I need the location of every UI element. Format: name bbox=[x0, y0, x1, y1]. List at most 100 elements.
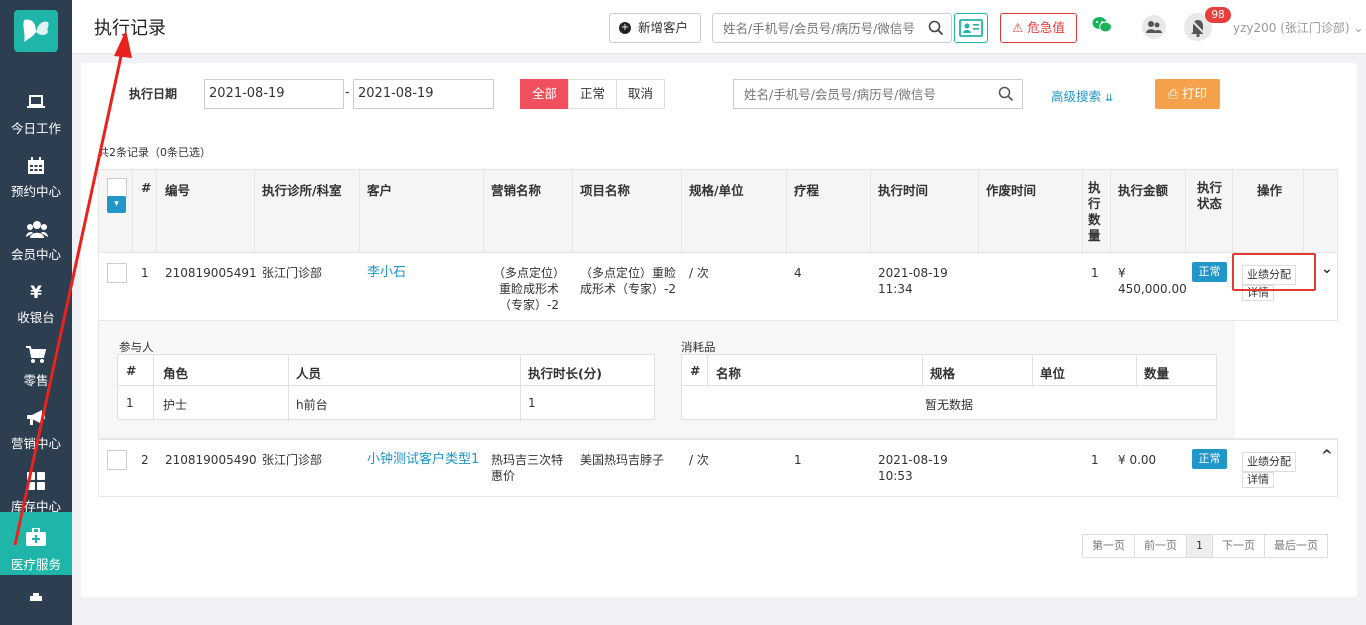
participant-duration: 1 bbox=[528, 396, 536, 410]
sidebar-item-retail[interactable]: 零售 bbox=[0, 336, 72, 398]
select-dropdown-button[interactable]: ▾ bbox=[107, 196, 126, 213]
row-exec-date: 2021-08-19 bbox=[878, 266, 948, 280]
notification-badge: 98 bbox=[1205, 7, 1231, 23]
detail-button[interactable]: 详情 bbox=[1242, 472, 1274, 488]
participants-col-index: # bbox=[126, 363, 137, 378]
status-filter: 全部 正常 取消 bbox=[520, 79, 666, 109]
participants-col-role: 角色 bbox=[163, 366, 189, 381]
date-to-input[interactable]: 2021-08-19 bbox=[353, 79, 494, 109]
row-checkbox[interactable] bbox=[107, 263, 127, 283]
row-marketing: （多点定位）重睑成形术（专家）-2 bbox=[492, 266, 565, 312]
consumables-empty: 暂无数据 bbox=[924, 398, 973, 412]
table-row: 2 210819005490 张江门诊部 小钟测试客户类型1 热玛吉三次特惠价 … bbox=[98, 439, 1338, 497]
search-icon[interactable] bbox=[998, 86, 1014, 105]
row-course: 1 bbox=[794, 453, 802, 467]
sidebar: 今日工作 预约中心 会员中心 ¥ 收银台 零售 营销中心 库存中心 医疗服务 bbox=[0, 0, 72, 625]
prev-page-button[interactable]: 前一页 bbox=[1134, 534, 1187, 558]
table-row: 1 210819005491 张江门诊部 李小石 （多点定位）重睑成形术（专家）… bbox=[98, 253, 1338, 321]
calendar-icon bbox=[26, 157, 46, 177]
sidebar-item-label: 营销中心 bbox=[10, 436, 61, 451]
date-filter-label: 执行日期 bbox=[129, 87, 178, 101]
printer-icon: ⎙ bbox=[1167, 86, 1178, 101]
user-menu[interactable]: yzy200 (张江门诊部) ⌄ bbox=[1233, 19, 1363, 36]
search-icon[interactable] bbox=[928, 20, 944, 39]
sidebar-item-appointment[interactable]: 预约中心 bbox=[0, 147, 72, 209]
consumables-col-unit: 单位 bbox=[1040, 366, 1066, 381]
last-page-button[interactable]: 最后一页 bbox=[1264, 534, 1328, 558]
status-normal-button[interactable]: 正常 bbox=[568, 79, 618, 109]
date-from-input[interactable]: 2021-08-19 bbox=[204, 79, 344, 109]
row-customer-link[interactable]: 李小石 bbox=[367, 265, 406, 281]
logo[interactable] bbox=[14, 10, 58, 52]
row-project: 美国热玛吉脖子 bbox=[580, 453, 665, 467]
consumables-col-qty: 数量 bbox=[1144, 366, 1170, 381]
yen-icon: ¥ bbox=[30, 283, 42, 303]
header-search[interactable] bbox=[712, 13, 952, 43]
sidebar-item-more[interactable] bbox=[0, 584, 72, 625]
add-customer-button[interactable]: + 新增客户 bbox=[609, 13, 701, 43]
add-customer-label: 新增客户 bbox=[638, 20, 689, 35]
wechat-icon[interactable] bbox=[1092, 16, 1112, 37]
col-status: 执行状态 bbox=[1197, 180, 1223, 211]
participants-header-row: # 角色 人员 执行时长(分) bbox=[118, 355, 654, 386]
sidebar-item-today[interactable]: 今日工作 bbox=[0, 84, 72, 146]
col-project: 项目名称 bbox=[580, 183, 631, 198]
print-button[interactable]: ⎙ 打印 bbox=[1155, 79, 1220, 109]
row-clinic: 张江门诊部 bbox=[262, 266, 323, 280]
participants-col-duration: 执行时长(分) bbox=[528, 366, 602, 381]
col-marketing: 营销名称 bbox=[491, 183, 542, 198]
row-checkbox[interactable] bbox=[107, 450, 127, 470]
participants-table: # 角色 人员 执行时长(分) 1 护士 h前台 1 bbox=[117, 354, 655, 421]
participant-index: 1 bbox=[126, 396, 134, 410]
print-label: 打印 bbox=[1181, 86, 1207, 101]
sidebar-item-medical[interactable]: 医疗服务 bbox=[0, 512, 72, 575]
advanced-search-label: 高级搜索 bbox=[1051, 89, 1102, 104]
row-customer-link[interactable]: 小钟测试客户类型1 bbox=[367, 452, 479, 468]
row-course: 4 bbox=[794, 266, 802, 280]
next-page-button[interactable]: 下一页 bbox=[1212, 534, 1265, 558]
main-panel: 执行日期 2021-08-19 - 2021-08-19 全部 正常 取消 高级… bbox=[81, 63, 1357, 597]
filter-search[interactable] bbox=[733, 79, 1023, 109]
row-spec: / 次 bbox=[689, 266, 709, 280]
expand-chevron-icon[interactable]: ^ bbox=[1321, 448, 1333, 464]
highlight-box bbox=[1232, 253, 1316, 291]
warning-icon: ⚠ bbox=[1012, 20, 1024, 35]
col-exec-qty: 执行数量 bbox=[1088, 180, 1101, 243]
row-amount: ¥ 450,000.00 bbox=[1118, 266, 1187, 296]
id-card-button[interactable] bbox=[954, 13, 988, 43]
double-chevron-down-icon: ⇊ bbox=[1105, 93, 1114, 104]
danger-value-button[interactable]: ⚠ 危急值 bbox=[1000, 13, 1077, 43]
first-page-button[interactable]: 第一页 bbox=[1082, 534, 1135, 558]
col-spec: 规格/单位 bbox=[689, 183, 744, 198]
row-clinic: 张江门诊部 bbox=[262, 453, 323, 467]
collapse-chevron-icon[interactable]: ⌄ bbox=[1321, 261, 1333, 277]
col-index: # bbox=[141, 180, 152, 195]
record-count: 共2条记录（0条已选） bbox=[98, 146, 211, 159]
participants-title: 参与人 bbox=[119, 340, 154, 354]
status-all-button[interactable]: 全部 bbox=[520, 79, 570, 109]
advanced-search-link[interactable]: 高级搜索 ⇊ bbox=[1051, 86, 1113, 105]
filter-search-input[interactable] bbox=[734, 80, 984, 108]
status-badge: 正常 bbox=[1192, 262, 1227, 282]
row-index: 1 bbox=[141, 266, 149, 280]
cart-icon bbox=[26, 346, 47, 366]
table-row: 1 护士 h前台 1 bbox=[118, 388, 654, 419]
participants-col-person: 人员 bbox=[296, 366, 322, 381]
row-detail-panel: 参与人 # 角色 人员 执行时长(分) 1 护士 h前台 1 消耗品 # 名称 bbox=[98, 321, 1339, 439]
sidebar-item-members[interactable]: 会员中心 bbox=[0, 210, 72, 272]
id-card-icon bbox=[959, 19, 983, 37]
current-page-button[interactable]: 1 bbox=[1186, 534, 1213, 558]
more-icon bbox=[26, 588, 46, 608]
select-all-checkbox[interactable] bbox=[107, 178, 127, 198]
sidebar-item-label: 医疗服务 bbox=[10, 557, 61, 572]
sidebar-item-cashier[interactable]: ¥ 收银台 bbox=[0, 273, 72, 335]
row-exec-clock: 11:34 bbox=[878, 282, 913, 296]
row-exec-date: 2021-08-19 bbox=[878, 453, 948, 467]
status-cancel-button[interactable]: 取消 bbox=[616, 79, 666, 109]
page-title: 执行记录 bbox=[94, 18, 166, 39]
performance-assign-button[interactable]: 业绩分配 bbox=[1242, 452, 1296, 472]
header-search-input[interactable] bbox=[713, 14, 918, 42]
sidebar-item-label: 收银台 bbox=[17, 310, 55, 325]
sidebar-item-marketing[interactable]: 营销中心 bbox=[0, 399, 72, 461]
team-icon[interactable] bbox=[1142, 15, 1166, 39]
